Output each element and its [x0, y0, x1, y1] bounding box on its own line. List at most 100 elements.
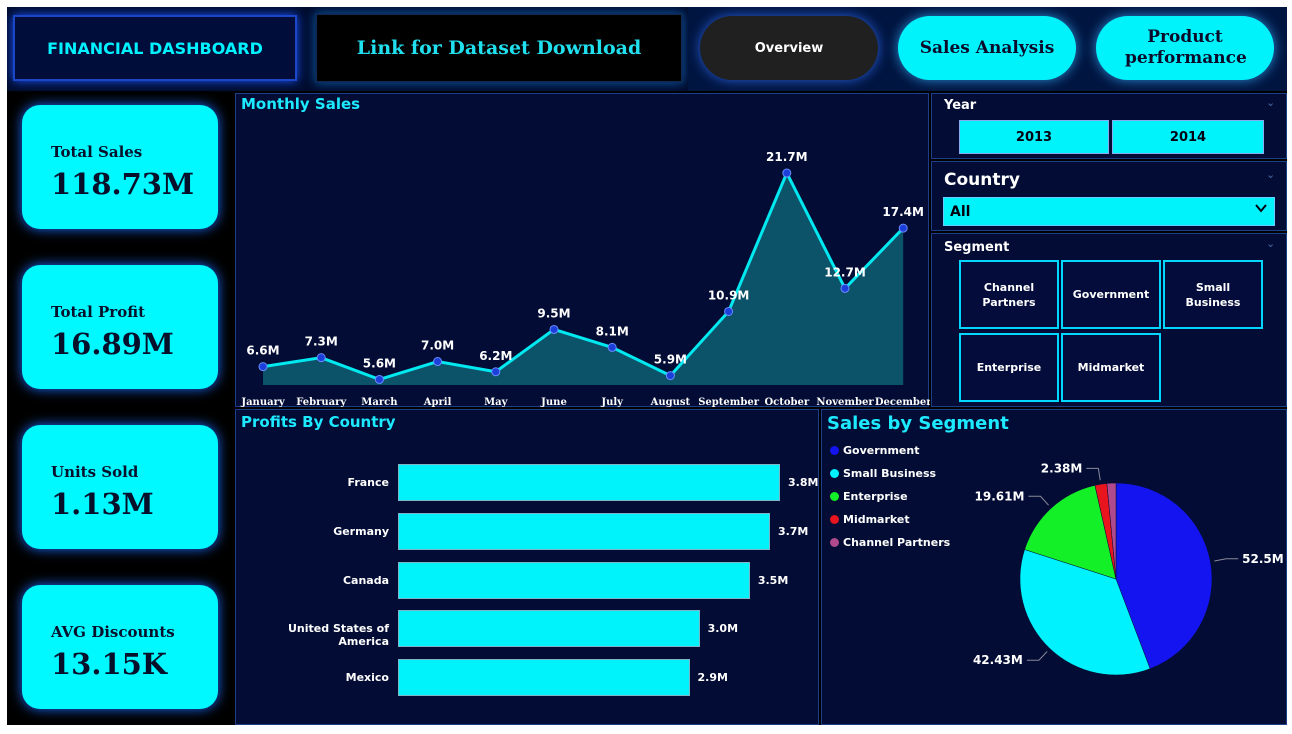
kpi-label: Total Sales [51, 143, 143, 161]
dashboard-title: FINANCIAL DASHBOARD [13, 15, 297, 81]
profits-by-country-chart: France 3.8M Germany 3.7M Canada 3.5M United St… [236, 410, 820, 725]
data-label: 5.6M [363, 356, 396, 370]
data-point [898, 223, 908, 233]
bar-value-label: 3.8M [788, 476, 819, 489]
bar [398, 659, 690, 697]
leader-line [1026, 651, 1048, 661]
bar-value-label: 2.9M [697, 671, 728, 685]
data-point [665, 371, 675, 381]
nav-product-performance-button[interactable]: Product performance [1096, 16, 1274, 80]
monthly-sales-panel: Monthly Sales 6.6M January 7.3M February 5.6… [235, 93, 930, 408]
data-label: 6.2M [479, 349, 512, 363]
leader-line [1214, 558, 1239, 562]
segment-option-label: Small Business [1185, 280, 1241, 309]
x-tick-label: June [540, 397, 567, 408]
dashboard-frame: FINANCIAL DASHBOARD Link for Dataset Dow… [7, 7, 1287, 725]
chevron-down-icon[interactable]: ⌄ [1266, 237, 1275, 250]
data-label: 9.5M [537, 306, 570, 320]
x-tick-label: January [240, 397, 286, 408]
sales-area [263, 173, 904, 385]
country-slicer: Country ⌄ All [931, 161, 1287, 231]
x-tick-label: April [423, 397, 452, 408]
year-slicer: Year ⌄ 2013 2014 [931, 93, 1287, 159]
segment-option-midmarket[interactable]: Midmarket [1061, 333, 1161, 402]
chevron-down-icon[interactable]: ⌄ [1266, 168, 1275, 181]
data-point [491, 367, 501, 377]
segment-option-government[interactable]: Government [1061, 260, 1161, 329]
data-label: 7.3M [305, 335, 338, 349]
data-point [316, 353, 326, 363]
slice-label: 52.5M [1242, 552, 1284, 566]
year-option-2013[interactable]: 2013 [959, 120, 1109, 154]
data-point [724, 306, 734, 316]
sales-by-segment-chart: 52.5M 42.43M 19.61M 2.38M [973, 461, 1284, 676]
data-point [433, 357, 443, 367]
profits-by-country-panel: Profits By Country France 3.8M Germany 3.7M… [235, 409, 819, 725]
slice-label: 2.38M [1041, 461, 1083, 475]
country-selected-value: All [950, 203, 971, 220]
x-tick-label: March [361, 397, 398, 408]
x-tick-label: February [296, 397, 347, 408]
x-tick-label: December [875, 397, 930, 408]
slicer-label: Country [944, 170, 1020, 190]
kpi-value: 16.89M [51, 327, 174, 361]
kpi-label: Total Profit [51, 303, 146, 321]
dataset-download-link[interactable]: Link for Dataset Download [315, 13, 683, 83]
leader-line [1086, 467, 1101, 481]
kpi-label: Units Sold [51, 463, 139, 481]
kpi-card-units-sold: Units Sold 1.13M [22, 425, 218, 549]
kpi-card-total-sales: Total Sales 118.73M [22, 105, 218, 229]
slicer-label: Segment [944, 240, 1010, 255]
category-label: Canada [342, 573, 389, 587]
category-label: United States of America [288, 622, 389, 649]
kpi-card-avg-discounts: AVG Discounts 13.15K [22, 585, 218, 709]
data-label: 17.4M [882, 205, 924, 219]
monthly-sales-chart: 6.6M January 7.3M February 5.6M March 7.0M Apri… [240, 150, 930, 408]
chevron-down-icon [1254, 201, 1268, 219]
sales-by-segment-panel: Sales by Segment Government Small Busines… [821, 409, 1287, 725]
kpi-value: 118.73M [51, 167, 195, 201]
nav-overview-button[interactable]: Overview [700, 16, 878, 80]
data-label: 12.7M [824, 265, 866, 279]
x-tick-label: October [764, 397, 809, 408]
bar [398, 561, 750, 599]
kpi-value: 13.15K [51, 647, 168, 681]
segment-option-channel-partners[interactable]: Channel Partners [959, 260, 1059, 329]
kpi-value: 1.13M [51, 487, 154, 521]
country-dropdown[interactable]: All [943, 197, 1275, 226]
data-label: 7.0M [421, 339, 454, 353]
segment-option-small-business[interactable]: Small Business [1163, 260, 1263, 329]
x-tick-label: November [816, 397, 874, 408]
data-point [549, 324, 559, 334]
data-label: 5.9M [654, 353, 687, 367]
category-label: France [347, 476, 389, 489]
bar [398, 610, 700, 648]
kpi-label: AVG Discounts [51, 623, 175, 641]
x-tick-label: July [600, 397, 624, 408]
slice-label: 19.61M [975, 489, 1025, 503]
data-point [258, 362, 268, 372]
bar-value-label: 3.7M [777, 524, 809, 538]
x-tick-label: May [484, 397, 509, 408]
data-point [607, 342, 617, 352]
data-label: 21.7M [766, 150, 808, 164]
chevron-down-icon[interactable]: ⌄ [1266, 96, 1275, 109]
segment-option-enterprise[interactable]: Enterprise [959, 333, 1059, 402]
slicer-label: Year [944, 98, 977, 113]
data-point [782, 168, 792, 178]
bar-value-label: 3.0M [707, 622, 739, 636]
nav-sales-analysis-button[interactable]: Sales Analysis [898, 16, 1076, 80]
bar [398, 512, 770, 550]
x-tick-label: September [698, 397, 759, 408]
bar-value-label: 3.5M [757, 573, 789, 587]
data-label: 6.6M [246, 344, 279, 358]
data-point [374, 374, 384, 384]
year-option-2014[interactable]: 2014 [1112, 120, 1264, 154]
leader-line [1028, 495, 1049, 506]
bar [398, 464, 780, 501]
data-point [840, 283, 850, 293]
x-tick-label: August [650, 397, 691, 408]
slice-label: 42.43M [973, 653, 1023, 667]
category-label: Mexico [345, 671, 389, 685]
kpi-card-total-profit: Total Profit 16.89M [22, 265, 218, 389]
